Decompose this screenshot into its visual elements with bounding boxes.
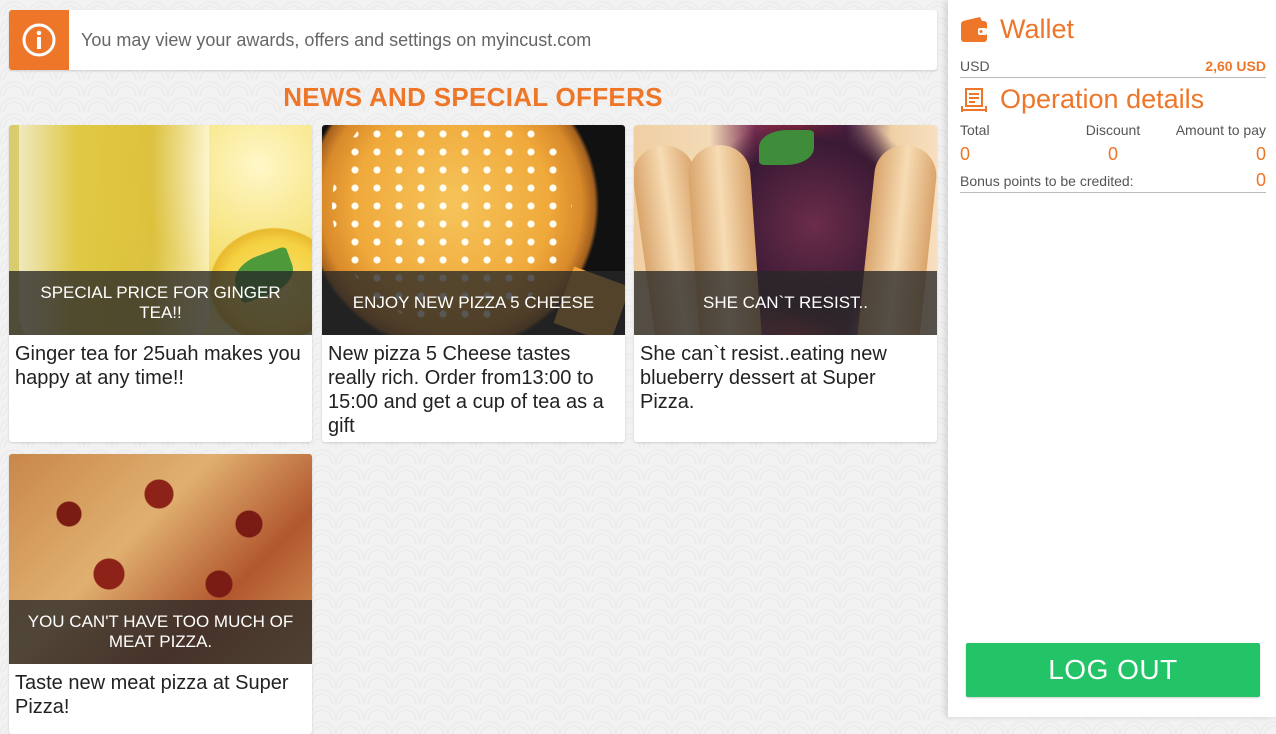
wallet-title: Wallet xyxy=(1000,14,1075,44)
offer-image: ENJOY NEW PIZZA 5 CHEESE xyxy=(322,125,625,335)
offer-image: SPECIAL PRICE FOR GINGER TEA!! xyxy=(9,125,312,335)
amount-to-pay-value: 0 xyxy=(1255,144,1266,164)
info-icon xyxy=(9,10,69,70)
offer-card-dessert[interactable]: SHE CAN`T RESIST.. She can`t resist..eat… xyxy=(634,125,937,442)
offer-image: SHE CAN`T RESIST.. xyxy=(634,125,937,335)
offer-description: New pizza 5 Cheese tastes really rich. O… xyxy=(328,343,604,437)
wallet-amount: 2,60 USD xyxy=(1205,58,1266,74)
side-panel: Wallet USD 2,60 USD Operation details To… xyxy=(948,0,1276,717)
amount-to-pay-label: Amount to pay xyxy=(1175,122,1266,138)
offer-caption: SPECIAL PRICE FOR GINGER TEA!! xyxy=(9,271,312,335)
offer-caption: YOU CAN'T HAVE TOO MUCH OF MEAT PIZZA. xyxy=(9,600,312,664)
offer-caption: ENJOY NEW PIZZA 5 CHEESE xyxy=(322,271,625,335)
operation-values: 0 0 0 xyxy=(960,144,1266,165)
offer-card-pizza-5-cheese[interactable]: ENJOY NEW PIZZA 5 CHEESE New pizza 5 Che… xyxy=(322,125,625,442)
offer-description: Taste new meat pizza at Super Pizza! xyxy=(15,672,289,718)
receipt-icon xyxy=(960,86,988,114)
wallet-balance-row: USD 2,60 USD xyxy=(960,55,1266,78)
info-banner: You may view your awards, offers and set… xyxy=(9,10,937,70)
operation-details-title: Operation details xyxy=(1000,84,1205,114)
total-value: 0 xyxy=(960,144,971,164)
wallet-currency: USD xyxy=(960,58,990,74)
logout-button[interactable]: LOG OUT xyxy=(966,643,1260,697)
wallet-icon xyxy=(960,16,988,44)
operation-details-header: Operation details xyxy=(960,84,1204,115)
discount-value: 0 xyxy=(1107,144,1118,164)
offer-card-ginger-tea[interactable]: SPECIAL PRICE FOR GINGER TEA!! Ginger te… xyxy=(9,125,312,442)
bonus-points-value: 0 xyxy=(1255,170,1266,190)
info-banner-text: You may view your awards, offers and set… xyxy=(81,29,592,50)
offer-description: She can`t resist..eating new blueberry d… xyxy=(640,343,887,413)
wallet-header: Wallet xyxy=(960,14,1074,45)
offer-image: YOU CAN'T HAVE TOO MUCH OF MEAT PIZZA. xyxy=(9,454,312,664)
discount-label: Discount xyxy=(1085,122,1141,138)
total-label: Total xyxy=(960,122,990,138)
bonus-points-row: Bonus points to be credited: 0 xyxy=(960,169,1266,193)
bonus-points-label: Bonus points to be credited: xyxy=(960,172,1134,189)
section-title: NEWS AND SPECIAL OFFERS xyxy=(283,82,663,112)
offer-card-meat-pizza[interactable]: YOU CAN'T HAVE TOO MUCH OF MEAT PIZZA. T… xyxy=(9,454,312,734)
offer-description: Ginger tea for 25uah makes you happy at … xyxy=(15,343,301,389)
offer-caption: SHE CAN`T RESIST.. xyxy=(634,271,937,335)
operation-labels: Total Discount Amount to pay xyxy=(960,122,1266,138)
